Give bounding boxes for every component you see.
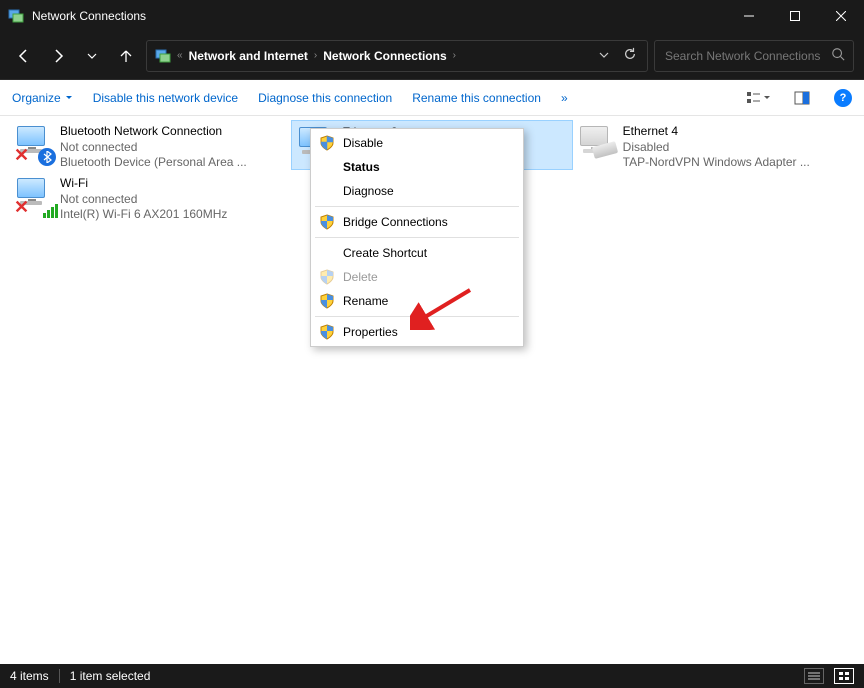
content-area: ✕ Bluetooth Network Connection Not conne… [0, 116, 864, 664]
icons-view-button[interactable] [834, 668, 854, 684]
connection-device: TAP-NordVPN Windows Adapter ... [623, 155, 810, 171]
menu-separator [315, 206, 519, 207]
connection-status: Disabled [623, 140, 810, 156]
bluetooth-icon [38, 148, 56, 166]
wifi-bars-icon [43, 204, 58, 218]
search-input[interactable] [663, 48, 823, 64]
address-dropdown[interactable] [593, 49, 615, 63]
item-count: 4 items [10, 669, 49, 683]
connection-status: Not connected [60, 192, 227, 208]
more-commands[interactable]: » [561, 91, 568, 105]
details-view-button[interactable] [804, 668, 824, 684]
shield-icon [319, 324, 335, 340]
connection-item[interactable]: ✕ Bluetooth Network Connection Not conne… [10, 120, 291, 170]
rename-connection-button[interactable]: Rename this connection [412, 91, 541, 105]
connection-device: Intel(R) Wi-Fi 6 AX201 160MHz [60, 207, 227, 223]
up-button[interactable] [112, 42, 140, 70]
diagnose-connection-button[interactable]: Diagnose this connection [258, 91, 392, 105]
connection-name: Bluetooth Network Connection [60, 124, 247, 140]
breadcrumb-segment[interactable]: Network Connections [321, 49, 448, 63]
menu-item-disable[interactable]: Disable [313, 131, 521, 155]
separator [59, 669, 60, 683]
status-bar: 4 items 1 item selected [0, 664, 864, 688]
preview-pane-button[interactable] [790, 86, 814, 110]
connection-item[interactable]: ✕ Wi-Fi Not connected Intel(R) Wi-Fi 6 A… [10, 172, 291, 222]
navigation-bar: « Network and Internet › Network Connect… [0, 32, 864, 80]
selection-count: 1 item selected [70, 669, 151, 683]
organize-menu[interactable]: Organize [12, 91, 73, 105]
breadcrumb-segment[interactable]: Network and Internet [187, 49, 310, 63]
connection-name: Wi-Fi [60, 176, 227, 192]
maximize-button[interactable] [772, 0, 818, 32]
menu-item-diagnose[interactable]: Diagnose [313, 179, 521, 203]
forward-button[interactable] [44, 42, 72, 70]
view-options-button[interactable] [746, 86, 770, 110]
refresh-button[interactable] [619, 47, 641, 64]
menu-separator [315, 316, 519, 317]
chevron-right-icon: « [177, 50, 183, 61]
close-button[interactable] [818, 0, 864, 32]
disable-device-button[interactable]: Disable this network device [93, 91, 238, 105]
back-button[interactable] [10, 42, 38, 70]
error-x-icon: ✕ [14, 200, 30, 216]
menu-item-properties[interactable]: Properties [313, 320, 521, 344]
shield-icon [319, 214, 335, 230]
command-bar: Organize Disable this network device Dia… [0, 80, 864, 116]
app-icon [8, 8, 24, 24]
address-bar[interactable]: « Network and Internet › Network Connect… [146, 40, 648, 72]
chevron-right-icon: › [453, 50, 456, 61]
address-icon [153, 48, 173, 64]
menu-item-create-shortcut[interactable]: Create Shortcut [313, 241, 521, 265]
search-icon[interactable] [831, 47, 845, 64]
connection-status: Not connected [60, 140, 247, 156]
shield-icon [319, 293, 335, 309]
shield-icon [319, 135, 335, 151]
menu-separator [315, 237, 519, 238]
help-button[interactable]: ? [834, 89, 852, 107]
connection-device: Bluetooth Device (Personal Area ... [60, 155, 247, 171]
connection-name: Ethernet 4 [623, 124, 810, 140]
adapter-icon: ✕ [14, 176, 54, 216]
window-title: Network Connections [32, 9, 146, 23]
shield-icon [319, 269, 335, 285]
recent-dropdown[interactable] [78, 42, 106, 70]
minimize-button[interactable] [726, 0, 772, 32]
chevron-right-icon: › [314, 50, 317, 61]
titlebar: Network Connections [0, 0, 864, 32]
error-x-icon: ✕ [14, 148, 30, 164]
menu-item-delete: Delete [313, 265, 521, 289]
adapter-icon [577, 124, 617, 164]
context-menu: Disable Status Diagnose Bridge Connectio… [310, 128, 524, 347]
menu-item-bridge[interactable]: Bridge Connections [313, 210, 521, 234]
menu-item-rename[interactable]: Rename [313, 289, 521, 313]
search-box[interactable] [654, 40, 854, 72]
menu-item-status[interactable]: Status [313, 155, 521, 179]
adapter-icon: ✕ [14, 124, 54, 164]
connection-item[interactable]: Ethernet 4 Disabled TAP-NordVPN Windows … [573, 120, 854, 170]
